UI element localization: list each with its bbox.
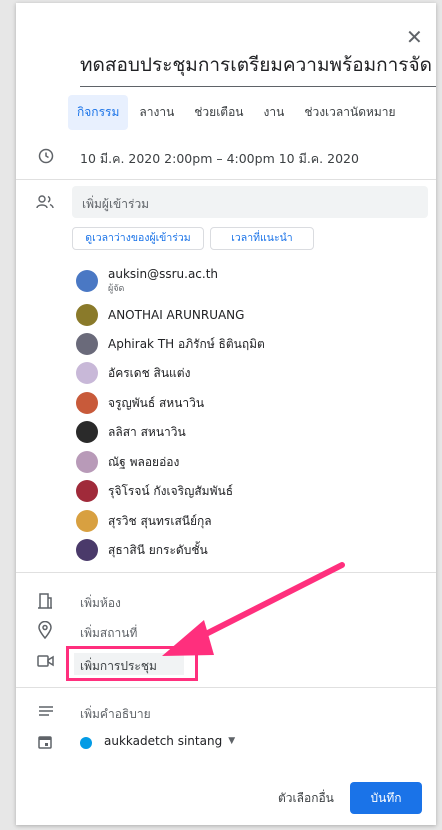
annotation-arrow xyxy=(162,562,345,656)
